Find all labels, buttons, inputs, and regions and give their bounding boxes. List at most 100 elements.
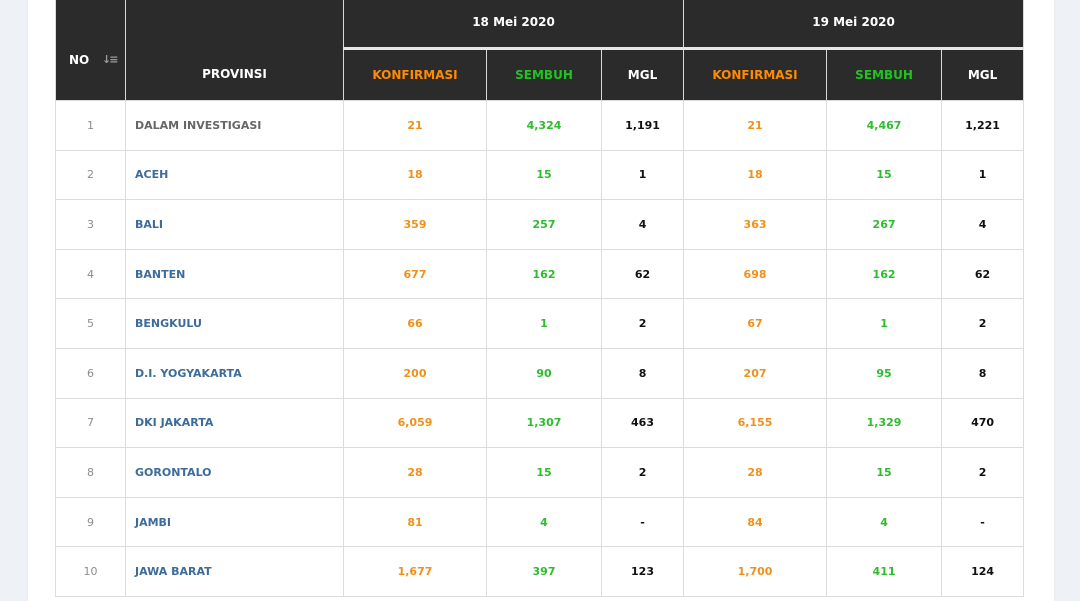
- row-number: 1: [55, 100, 126, 151]
- province-link[interactable]: DKI JAKARTA: [125, 397, 344, 449]
- sembuh-cell: 257: [486, 199, 602, 250]
- table-row: 5 BENGKULU 66 1 2 67 1 2: [55, 298, 1025, 349]
- konfirmasi-cell: 1,677: [343, 546, 487, 597]
- konfirmasi-cell: 66: [343, 298, 487, 349]
- sembuh-cell: 4,324: [486, 100, 602, 151]
- konfirmasi-cell: 363: [683, 199, 828, 250]
- column-header-sembuh[interactable]: SEMBUH: [486, 48, 602, 101]
- column-header-provinsi[interactable]: PROVINSI: [125, 0, 344, 101]
- konfirmasi-cell: 18: [343, 149, 487, 201]
- row-number: 2: [55, 149, 126, 201]
- province-link[interactable]: ACEH: [125, 149, 344, 201]
- mgl-cell: -: [941, 496, 1025, 548]
- sembuh-cell: 162: [486, 248, 602, 300]
- sembuh-cell: 4: [486, 496, 602, 548]
- date-group-header-1: 18 Mei 2020: [342, 0, 685, 50]
- mgl-cell: 1,221: [941, 100, 1025, 151]
- mgl-cell: 8: [941, 347, 1025, 399]
- mgl-cell: 1: [941, 149, 1025, 201]
- sembuh-cell: 1: [826, 298, 943, 349]
- table-row: 9 JAMBI 81 4-84 4-: [55, 496, 1025, 548]
- sembuh-cell: 397: [486, 546, 602, 597]
- date-group-header-2: 19 Mei 2020: [683, 0, 1025, 50]
- sembuh-cell: 4,467: [826, 100, 943, 151]
- table-row: 2 ACEH 18 15 1 18 15 1: [55, 149, 1025, 201]
- content-card: NO ↓≡ PROVINSI 18 Mei 2020 19 Mei 2020 K…: [28, 0, 1054, 601]
- mgl-cell: 4: [941, 199, 1025, 250]
- konfirmasi-cell: 698: [683, 248, 828, 300]
- mgl-cell: 463: [600, 397, 685, 449]
- konfirmasi-cell: 84: [683, 496, 828, 548]
- column-header-mgl[interactable]: MGL: [600, 48, 685, 101]
- sembuh-cell: 15: [826, 447, 943, 498]
- table-row: 8 GORONTALO 28 15 2 28 15 2: [55, 447, 1025, 498]
- province-link[interactable]: BANTEN: [125, 248, 344, 300]
- sembuh-cell: 411: [826, 546, 943, 597]
- sort-descending-icon[interactable]: ↓≡: [102, 53, 119, 66]
- mgl-cell: 470: [941, 397, 1025, 449]
- konfirmasi-cell: 677: [343, 248, 487, 300]
- column-header-mgl[interactable]: MGL: [941, 48, 1025, 101]
- mgl-cell: 2: [941, 298, 1025, 349]
- sembuh-cell: 90: [486, 347, 602, 399]
- konfirmasi-cell: 1,700: [683, 546, 828, 597]
- sembuh-cell: 1: [486, 298, 602, 349]
- province-link[interactable]: JAWA BARAT: [125, 546, 344, 597]
- konfirmasi-cell: 28: [683, 447, 828, 498]
- konfirmasi-cell: 359: [343, 199, 487, 250]
- row-number: 9: [55, 496, 126, 548]
- sembuh-cell: 15: [486, 447, 602, 498]
- sembuh-cell: 95: [826, 347, 943, 399]
- mgl-cell: 2: [600, 298, 685, 349]
- konfirmasi-cell: 21: [683, 100, 828, 151]
- column-header-konfirmasi[interactable]: KONFIRMASI: [683, 48, 828, 101]
- sembuh-cell: 267: [826, 199, 943, 250]
- covid-province-table: NO ↓≡ PROVINSI 18 Mei 2020 19 Mei 2020 K…: [55, 0, 1025, 597]
- mgl-cell: 2: [600, 447, 685, 498]
- column-header-sembuh[interactable]: SEMBUH: [826, 48, 943, 101]
- sembuh-cell: 15: [826, 149, 943, 201]
- mgl-cell: 4: [600, 199, 685, 250]
- mgl-cell: 62: [941, 248, 1025, 300]
- row-number: 6: [55, 347, 126, 399]
- column-header-no-label: NO: [69, 52, 90, 67]
- konfirmasi-cell: 6,155: [683, 397, 828, 449]
- mgl-cell: 2: [941, 447, 1025, 498]
- mgl-cell: 124: [941, 546, 1025, 597]
- sembuh-cell: 15: [486, 149, 602, 201]
- province-link[interactable]: GORONTALO: [125, 447, 344, 498]
- table-row: 3 BALI 359 257 4 363 267 4: [55, 199, 1025, 250]
- konfirmasi-cell: 67: [683, 298, 828, 349]
- province-link[interactable]: D.I. YOGYAKARTA: [125, 347, 344, 399]
- mgl-cell: 123: [600, 546, 685, 597]
- mgl-cell: -: [600, 496, 685, 548]
- mgl-cell: 1,191: [600, 100, 685, 151]
- mgl-cell: 62: [600, 248, 685, 300]
- sembuh-cell: 162: [826, 248, 943, 300]
- row-number: 8: [55, 447, 126, 498]
- konfirmasi-cell: 21: [343, 100, 487, 151]
- province-link[interactable]: JAMBI: [125, 496, 344, 548]
- konfirmasi-cell: 28: [343, 447, 487, 498]
- row-number: 3: [55, 199, 126, 250]
- konfirmasi-cell: 200: [343, 347, 487, 399]
- row-number: 7: [55, 397, 126, 449]
- table-row: 7 DKI JAKARTA 6,059 1,307 463 6,155 1,329 470: [55, 397, 1025, 449]
- konfirmasi-cell: 18: [683, 149, 828, 201]
- column-header-provinsi-label: PROVINSI: [202, 66, 267, 81]
- sembuh-cell: 1,307: [486, 397, 602, 449]
- table-row: 4 BANTEN 677 162 62 698 162 62: [55, 248, 1025, 300]
- konfirmasi-cell: 6,059: [343, 397, 487, 449]
- konfirmasi-cell: 81: [343, 496, 487, 548]
- column-header-konfirmasi[interactable]: KONFIRMASI: [343, 48, 487, 101]
- sembuh-cell: 4: [826, 496, 943, 548]
- konfirmasi-cell: 207: [683, 347, 828, 399]
- column-header-no[interactable]: NO ↓≡: [55, 0, 126, 101]
- table-row: 6 D.I. YOGYAKARTA 200 90 8 207 95 8: [55, 347, 1025, 399]
- row-number: 10: [55, 546, 126, 597]
- province-link[interactable]: BENGKULU: [125, 298, 344, 349]
- mgl-cell: 1: [600, 149, 685, 201]
- table-row: 10 JAWA BARAT 1,677 397 123 1,700 411 124: [55, 546, 1025, 597]
- header-row-dates: NO ↓≡ PROVINSI 18 Mei 2020 19 Mei 2020: [55, 0, 1025, 101]
- province-link[interactable]: BALI: [125, 199, 344, 250]
